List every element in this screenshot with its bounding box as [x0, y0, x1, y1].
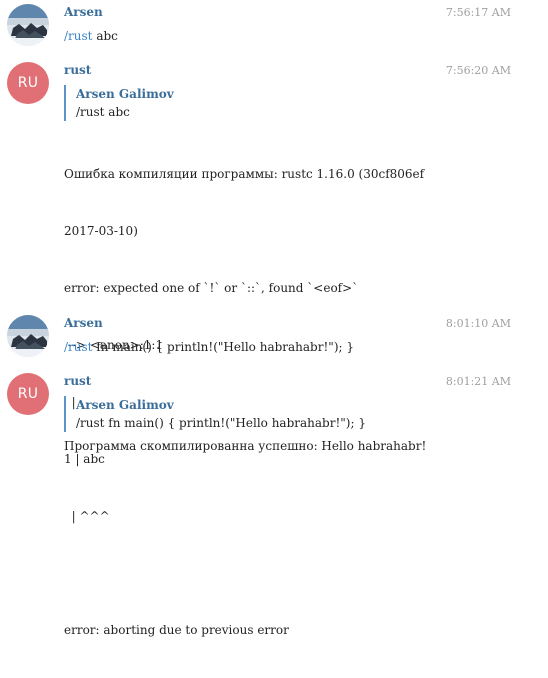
reply-text: /rust fn main() { println!("Hello habrah…	[76, 416, 366, 430]
arsen-avatar[interactable]	[7, 315, 49, 357]
reply-text: /rust abc	[76, 105, 130, 119]
command-argument: abc	[96, 29, 118, 43]
command-argument: fn main() { println!("Hello habrahabr!")…	[96, 340, 354, 354]
bot-command-link[interactable]: /rust	[64, 29, 93, 43]
rust-avatar[interactable]: RU	[7, 373, 49, 415]
sender-name[interactable]: Arsen	[64, 5, 103, 19]
arsen-avatar[interactable]	[7, 4, 49, 46]
bot-command-link[interactable]: /rust	[64, 340, 93, 354]
user-photo-icon	[7, 4, 49, 46]
message-text: /rust fn main() { println!("Hello habrah…	[64, 338, 354, 357]
sender-name[interactable]: Arsen	[64, 316, 103, 330]
output-line: 2017-03-10)	[64, 224, 138, 238]
output-line: | ^^^	[64, 509, 110, 523]
output-line: error: expected one of `!` or `::`, foun…	[64, 281, 359, 295]
sender-name[interactable]: rust	[64, 63, 91, 77]
message-timestamp: 7:56:17 AM	[445, 6, 511, 19]
reply-author: Arsen Galimov	[76, 87, 174, 101]
reply-quote[interactable]: Arsen Galimov /rust abc	[64, 85, 174, 121]
reply-author: Arsen Galimov	[76, 398, 174, 412]
message-text: /rust abc	[64, 27, 118, 46]
output-line: error: aborting due to previous error	[64, 623, 289, 637]
message-timestamp: 8:01:21 AM	[445, 375, 511, 388]
sender-name[interactable]: rust	[64, 374, 91, 388]
compile-result: Программа скомпилированна успешно: Hello…	[64, 439, 427, 453]
output-line: Ошибка компиляции программы: rustc 1.16.…	[64, 167, 425, 181]
message-timestamp: 8:01:10 AM	[445, 317, 511, 330]
user-photo-icon	[7, 315, 49, 357]
message-timestamp: 7:56:20 AM	[445, 64, 511, 77]
reply-quote[interactable]: Arsen Galimov /rust fn main() { println!…	[64, 396, 366, 432]
rust-avatar[interactable]: RU	[7, 62, 49, 104]
